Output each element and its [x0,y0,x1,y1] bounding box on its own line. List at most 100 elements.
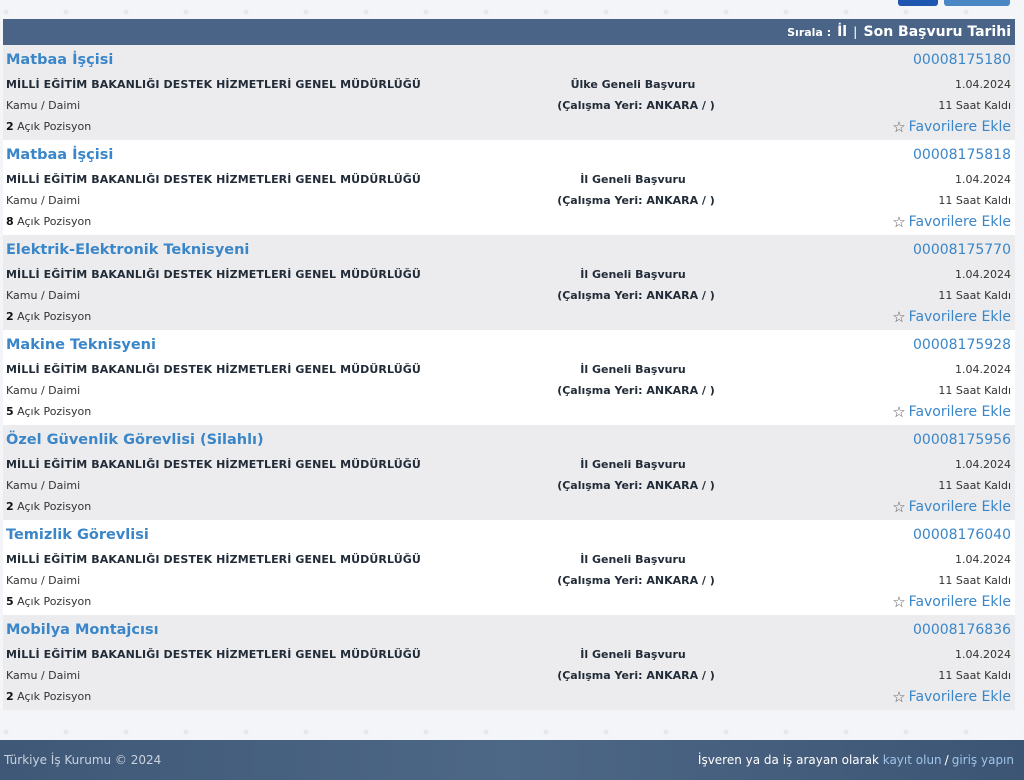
footer-copyright: Türkiye İş Kurumu © 2024 [4,753,162,767]
add-to-favorites-button[interactable]: ☆ Favorilere Ekle [892,498,1011,516]
favorites-label: Favorilere Ekle [908,214,1011,230]
job-positions-count: 8 [6,215,14,228]
favorites-label: Favorilere Ekle [908,309,1011,325]
job-location: (Çalışma Yeri: ANKARA / ) [557,574,715,587]
job-title-link[interactable]: Mobilya Montajcısı [6,622,159,638]
job-title-link[interactable]: Özel Güvenlik Görevlisi (Silahlı) [6,432,264,448]
favorites-label: Favorilere Ekle [908,499,1011,515]
job-positions-count: 2 [6,690,14,703]
star-outline-icon: ☆ [892,213,906,231]
footer-cta-text: İşveren ya da iş arayan olarak [697,753,879,767]
job-deadline-date: 1.04.2024 [955,458,1011,471]
job-time-remaining: 11 Saat Kaldı [938,574,1011,587]
job-positions-count: 5 [6,595,14,608]
job-deadline-date: 1.04.2024 [955,78,1011,91]
favorites-label: Favorilere Ekle [908,689,1011,705]
job-title-link[interactable]: Temizlik Görevlisi [6,527,149,543]
job-row: Elektrik-Elektronik Teknisyeni MİLLİ EĞİT… [3,235,1015,330]
job-positions-count: 2 [6,120,14,133]
footer-slash: / [944,753,949,767]
job-type: Kamu / Daimi [6,384,81,397]
job-organization: MİLLİ EĞİTİM BAKANLIĞI DESTEK HİZMETLERİ… [6,553,421,566]
job-deadline-date: 1.04.2024 [955,363,1011,376]
job-deadline-date: 1.04.2024 [955,553,1011,566]
sort-bar: Sırala : İl | Son Başvuru Tarihi [3,19,1015,45]
add-to-favorites-button[interactable]: ☆ Favorilere Ekle [892,688,1011,706]
job-type: Kamu / Daimi [6,479,81,492]
job-location: (Çalışma Yeri: ANKARA / ) [557,669,715,682]
sort-by-province[interactable]: İl [837,24,847,40]
job-type: Kamu / Daimi [6,194,81,207]
job-positions-label: Açık Pozisyon [17,215,92,228]
job-deadline-date: 1.04.2024 [955,648,1011,661]
sort-by-deadline[interactable]: Son Başvuru Tarihi [864,24,1012,40]
job-open-positions: 2 Açık Pozisyon [6,690,91,703]
job-open-positions: 8 Açık Pozisyon [6,215,91,228]
job-time-remaining: 11 Saat Kaldı [938,479,1011,492]
job-location: (Çalışma Yeri: ANKARA / ) [557,289,715,302]
job-time-remaining: 11 Saat Kaldı [938,289,1011,302]
job-organization: MİLLİ EĞİTİM BAKANLIĞI DESTEK HİZMETLERİ… [6,173,421,186]
add-to-favorites-button[interactable]: ☆ Favorilere Ekle [892,593,1011,611]
job-id-link[interactable]: 00008175770 [913,242,1011,258]
job-application-scope: İl Geneli Başvuru [580,553,686,566]
sort-label: Sırala : [787,25,832,39]
star-outline-icon: ☆ [892,593,906,611]
star-outline-icon: ☆ [892,403,906,421]
job-id-link[interactable]: 00008175928 [913,337,1011,353]
top-button-group [898,0,1010,6]
register-link[interactable]: kayıt olun [883,753,942,767]
job-organization: MİLLİ EĞİTİM BAKANLIĞI DESTEK HİZMETLERİ… [6,458,421,471]
job-row: Matbaa İşçisi MİLLİ EĞİTİM BAKANLIĞI DEST… [3,45,1015,140]
job-time-remaining: 11 Saat Kaldı [938,194,1011,207]
job-title-link[interactable]: Elektrik-Elektronik Teknisyeni [6,242,249,258]
job-id-link[interactable]: 00008175956 [913,432,1011,448]
job-type: Kamu / Daimi [6,669,81,682]
job-deadline-date: 1.04.2024 [955,268,1011,281]
add-to-favorites-button[interactable]: ☆ Favorilere Ekle [892,118,1011,136]
job-time-remaining: 11 Saat Kaldı [938,99,1011,112]
top-primary-button[interactable] [898,0,938,6]
add-to-favorites-button[interactable]: ☆ Favorilere Ekle [892,308,1011,326]
footer: Türkiye İş Kurumu © 2024 İşveren ya da i… [0,740,1024,780]
job-row: Makine Teknisyeni MİLLİ EĞİTİM BAKANLIĞI … [3,330,1015,425]
job-positions-label: Açık Pozisyon [17,310,92,323]
job-organization: MİLLİ EĞİTİM BAKANLIĞI DESTEK HİZMETLERİ… [6,268,421,281]
job-positions-label: Açık Pozisyon [17,500,92,513]
job-type: Kamu / Daimi [6,289,81,302]
job-title-link[interactable]: Matbaa İşçisi [6,52,113,68]
job-organization: MİLLİ EĞİTİM BAKANLIĞI DESTEK HİZMETLERİ… [6,363,421,376]
job-location: (Çalışma Yeri: ANKARA / ) [557,194,715,207]
job-row: Özel Güvenlik Görevlisi (Silahlı) MİLLİ E… [3,425,1015,520]
job-organization: MİLLİ EĞİTİM BAKANLIĞI DESTEK HİZMETLERİ… [6,78,421,91]
job-positions-count: 2 [6,310,14,323]
login-link[interactable]: giriş yapın [952,753,1014,767]
star-outline-icon: ☆ [892,498,906,516]
job-row: Temizlik Görevlisi MİLLİ EĞİTİM BAKANLIĞI… [3,520,1015,615]
add-to-favorites-button[interactable]: ☆ Favorilere Ekle [892,213,1011,231]
job-type: Kamu / Daimi [6,99,81,112]
job-positions-label: Açık Pozisyon [17,120,92,133]
job-positions-count: 2 [6,500,14,513]
job-open-positions: 5 Açık Pozisyon [6,405,91,418]
job-id-link[interactable]: 00008175180 [913,52,1011,68]
job-application-scope: İl Geneli Başvuru [580,648,686,661]
job-type: Kamu / Daimi [6,574,81,587]
job-title-link[interactable]: Matbaa İşçisi [6,147,113,163]
job-open-positions: 2 Açık Pozisyon [6,310,91,323]
job-title-link[interactable]: Makine Teknisyeni [6,337,156,353]
job-rows: Matbaa İşçisi MİLLİ EĞİTİM BAKANLIĞI DEST… [3,45,1015,710]
job-application-scope: İl Geneli Başvuru [580,268,686,281]
job-row: Matbaa İşçisi MİLLİ EĞİTİM BAKANLIĞI DEST… [3,140,1015,235]
job-positions-label: Açık Pozisyon [17,405,92,418]
job-application-scope: İl Geneli Başvuru [580,363,686,376]
job-id-link[interactable]: 00008176836 [913,622,1011,638]
top-secondary-button[interactable] [944,0,1010,6]
star-outline-icon: ☆ [892,308,906,326]
favorites-label: Favorilere Ekle [908,404,1011,420]
job-id-link[interactable]: 00008176040 [913,527,1011,543]
job-location: (Çalışma Yeri: ANKARA / ) [557,99,715,112]
job-id-link[interactable]: 00008175818 [913,147,1011,163]
add-to-favorites-button[interactable]: ☆ Favorilere Ekle [892,403,1011,421]
favorites-label: Favorilere Ekle [908,119,1011,135]
